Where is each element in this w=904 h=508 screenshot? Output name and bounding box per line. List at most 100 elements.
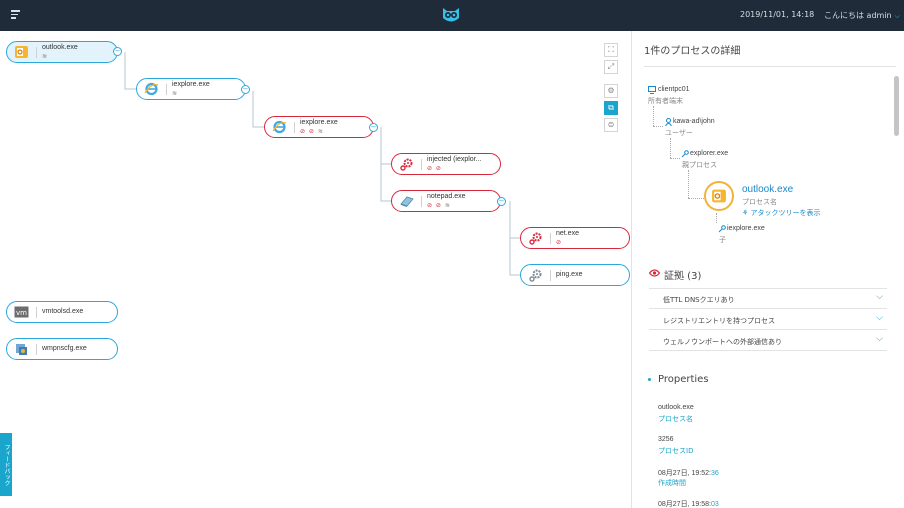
alert-badges: ⊘ ⊘ ≋ [300, 128, 324, 135]
child-value: iexplore.exe [727, 225, 765, 232]
process-node-iexplore-2[interactable]: iexplore.exe ⊘ ⊘ ≋ [264, 116, 374, 138]
chevron-down-icon: ⌵ [876, 292, 883, 302]
collapse-button[interactable]: − [241, 85, 250, 94]
greeting-label: こんにちは admin [824, 11, 892, 20]
separator [421, 159, 422, 170]
menu-icon[interactable] [11, 10, 20, 20]
process-node-wmpnscfg[interactable]: wmpnscfg.exe [6, 338, 118, 360]
copy-view-button[interactable]: ⧉ [604, 101, 618, 115]
property-value: 3256 [658, 436, 674, 443]
process-node-injected[interactable]: injected (iexplor... ⊘ ⊘ [391, 153, 501, 175]
parent-label: 親プロセス [682, 161, 717, 169]
owl-logo-icon[interactable] [441, 6, 461, 24]
collapse-button[interactable]: − [497, 197, 506, 206]
key-icon [681, 150, 689, 158]
internet-explorer-icon [272, 120, 287, 134]
network-icon: ≋ [42, 53, 49, 60]
alert-badges: ⊘ ⊘ ≋ [427, 202, 451, 209]
node-label: iexplore.exe [172, 81, 210, 88]
chevron-down-icon: ⌵ [876, 334, 883, 344]
property-value: 08月27日, 19:52:36 [658, 470, 719, 477]
evidence-item[interactable]: 低TTL DNSクエリあり ⌵ [649, 289, 887, 309]
monitor-icon [648, 86, 656, 94]
tree-line [670, 158, 680, 159]
gear-icon [400, 158, 413, 171]
gear-icon [529, 269, 542, 282]
node-label: notepad.exe [427, 193, 466, 200]
user-value: kawa-ad\john [673, 118, 715, 125]
details-panel: 1件のプロセスの詳細 clientpc01 所有者端末 kawa-ad\john… [631, 31, 904, 508]
tree-line [688, 170, 689, 198]
process-node-vmtoolsd[interactable]: vm vmtoolsd.exe [6, 301, 118, 323]
feedback-tab[interactable]: フィードバック [0, 433, 12, 496]
tree-line [670, 138, 671, 158]
separator [550, 270, 551, 281]
process-node-net[interactable]: net.exe ⊘ [520, 227, 630, 249]
chevron-down-icon: ⌵ [876, 313, 883, 323]
attack-tree-link[interactable]: ⚘ アタックツリーを表示 [742, 208, 821, 218]
process-node-outlook[interactable]: outlook.exe ≋ [6, 41, 118, 63]
network-icon [16, 344, 27, 355]
properties-heading: Properties [648, 374, 709, 385]
outlook-icon [712, 189, 726, 203]
collapse-button[interactable]: − [113, 47, 122, 56]
tree-icon: ⚘ [742, 209, 751, 217]
evidence-item[interactable]: レジストリエントリを持つプロセス ⌵ [649, 310, 887, 330]
node-label: wmpnscfg.exe [42, 345, 87, 352]
evidence-label: ウェルノウンポートへの外部通信あり [663, 338, 782, 346]
evidence-item[interactable]: ウェルノウンポートへの外部通信あり ⌵ [649, 331, 887, 351]
process-node-ping[interactable]: ping.exe [520, 264, 630, 286]
outlook-icon [15, 46, 28, 58]
tree-line [653, 126, 663, 127]
evidence-label: 低TTL DNSクエリあり [663, 296, 735, 304]
node-label: ping.exe [556, 271, 583, 278]
gear-icon [529, 232, 542, 245]
node-label: outlook.exe [42, 44, 78, 51]
layers-button[interactable]: ⊜ [604, 118, 618, 132]
user-label: ユーザー [665, 129, 693, 137]
settings-button[interactable]: ⚙ [604, 84, 618, 98]
property-label: プロセス名 [658, 415, 693, 423]
panel-scrollbar[interactable] [894, 76, 899, 136]
process-graph-canvas[interactable]: outlook.exe ≋ − iexplore.exe ≋ − iexplor… [0, 31, 631, 508]
current-datetime: 2019/11/01, 14:18 [740, 10, 815, 19]
svg-text:vm: vm [16, 309, 27, 317]
tree-line [688, 198, 704, 199]
evidence-heading: 証拠 (3) [664, 271, 702, 282]
collapse-button[interactable]: − [369, 123, 378, 132]
separator [36, 307, 37, 318]
panel-title: 1件のプロセスの詳細 [644, 46, 741, 57]
separator [36, 47, 37, 58]
property-label: 作成時間 [658, 479, 686, 487]
divider [644, 66, 896, 67]
process-node-notepad[interactable]: notepad.exe ⊘ ⊘ ≋ [391, 190, 501, 212]
separator [421, 196, 422, 207]
parent-value: explorer.exe [690, 150, 729, 157]
fit-screen-button[interactable]: ⛶ [604, 43, 618, 57]
node-label: injected (iexplor... [427, 156, 482, 163]
separator [36, 344, 37, 355]
user-icon [665, 118, 672, 126]
process-name: outlook.exe [742, 184, 794, 195]
top-bar: 2019/11/01, 14:18 こんにちは admin ⌵ [0, 0, 904, 31]
expand-button[interactable]: ⤢ [604, 60, 618, 74]
node-label: vmtoolsd.exe [42, 308, 84, 315]
host-label: 所有者端末 [648, 97, 683, 105]
notepad-icon [400, 196, 414, 207]
eye-icon [649, 269, 660, 277]
process-node-iexplore-1[interactable]: iexplore.exe ≋ [136, 78, 246, 100]
child-label: 子 [719, 236, 726, 244]
property-value: outlook.exe [658, 404, 694, 411]
chevron-down-icon: ⌵ [894, 12, 900, 20]
evidence-label: レジストリエントリを持つプロセス [663, 317, 775, 325]
alert-badges: ⊘ ⊘ [427, 165, 442, 172]
internet-explorer-icon [144, 82, 159, 96]
network-icon: ≋ [172, 90, 179, 97]
user-menu[interactable]: こんにちは admin ⌵ [824, 10, 900, 21]
vm-icon: vm [14, 306, 29, 318]
separator [294, 122, 295, 133]
process-icon [704, 181, 734, 211]
node-label: iexplore.exe [300, 119, 338, 126]
property-label: プロセスID [658, 447, 694, 455]
property-value: 08月27日, 19:58:03 [658, 501, 719, 508]
